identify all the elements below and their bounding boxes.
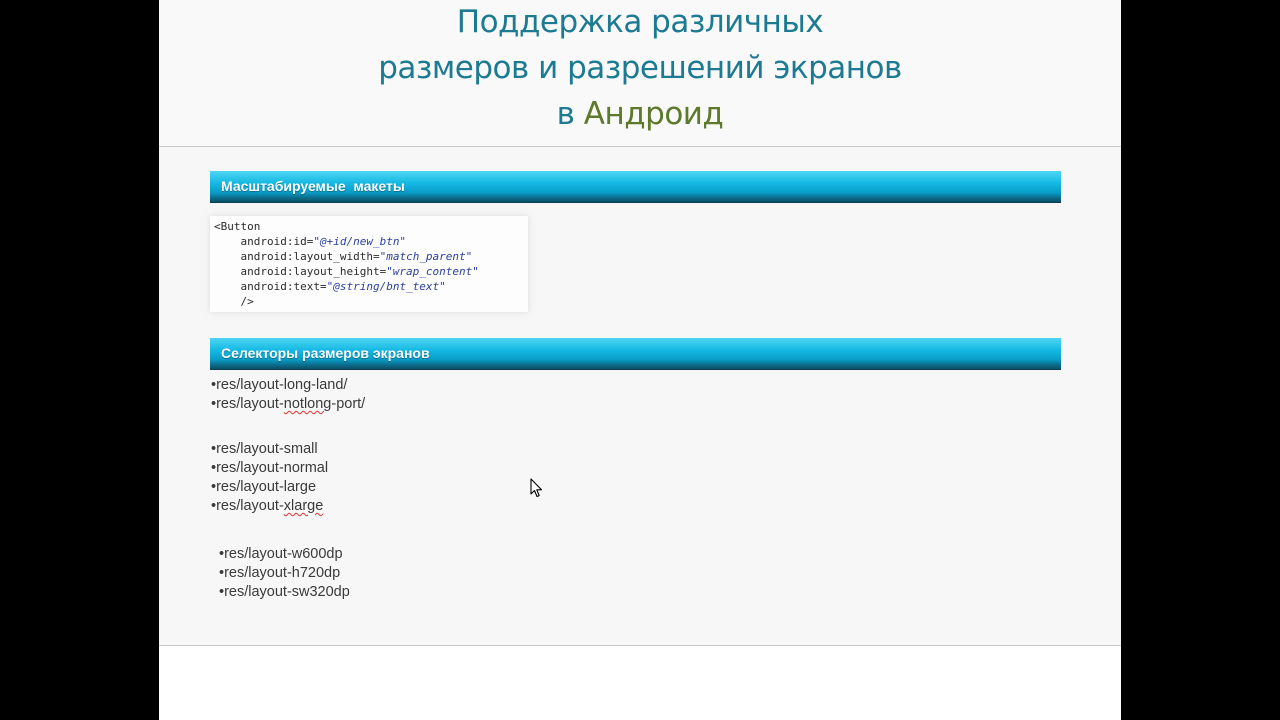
code-value: "match_parent" xyxy=(379,250,473,263)
slide-title-prefix: в xyxy=(556,96,584,132)
slide-title-line-2: размеров и разрешений экранов xyxy=(378,50,902,86)
list-item-text: -port/ xyxy=(331,396,366,412)
slide-title-accent: Андроид xyxy=(583,96,724,132)
slide-title-area: Поддержка различных размеров и разрешени… xyxy=(159,0,1121,146)
list-item: •res/layout-long-land/ xyxy=(211,377,348,393)
code-line-close: /> xyxy=(214,295,254,308)
code-attr: android:id= xyxy=(214,235,314,248)
spellcheck-word: notlong xyxy=(283,396,332,412)
list-item: •res/layout-sw320dp xyxy=(219,584,350,600)
code-value: "@+id/new_btn" xyxy=(313,235,407,248)
slide: Поддержка различных размеров и разрешени… xyxy=(159,0,1121,720)
list-item: •res/layout-large xyxy=(211,479,317,495)
code-attr: android:layout_width= xyxy=(214,250,380,263)
list-item: •res/layout-h720dp xyxy=(219,565,341,581)
section-header-screen-size-selectors: Селекторы размеров экранов xyxy=(210,338,1061,370)
list-item-text: •res/layout- xyxy=(211,396,284,412)
code-line-open: <Button xyxy=(214,220,261,233)
slide-footer-area xyxy=(159,646,1121,720)
code-value: "@string/bnt_text" xyxy=(326,280,446,293)
code-sample: <Button android:id="@+id/new_btn" androi… xyxy=(210,216,528,312)
code-value: "wrap_content" xyxy=(386,265,479,278)
section-header-label: Масштабируемые макеты xyxy=(221,178,405,194)
code-text: <Button android:id="@+id/new_btn" androi… xyxy=(214,219,479,309)
spellcheck-word: xlarge xyxy=(283,498,324,514)
code-attr: android:layout_height= xyxy=(214,265,387,278)
list-item: •res/layout-w600dp xyxy=(219,546,343,562)
slide-title-line-3: в Андроид xyxy=(159,94,1121,134)
section-header-label: Селекторы размеров экранов xyxy=(221,345,430,361)
list-item-text: •res/layout- xyxy=(211,498,284,514)
list-item: •res/layout-normal xyxy=(211,460,329,476)
slide-title-line-1: Поддержка различных xyxy=(456,4,824,40)
list-item: •res/layout-small xyxy=(211,441,318,457)
code-attr: android:text= xyxy=(214,280,327,293)
list-item: •res/layout-xlarge xyxy=(211,497,323,516)
section-header-scalable-layouts: Масштабируемые макеты xyxy=(210,171,1061,203)
mouse-pointer-icon xyxy=(530,478,543,498)
title-divider xyxy=(159,146,1121,147)
list-item: •res/layout-notlong-port/ xyxy=(211,395,365,414)
